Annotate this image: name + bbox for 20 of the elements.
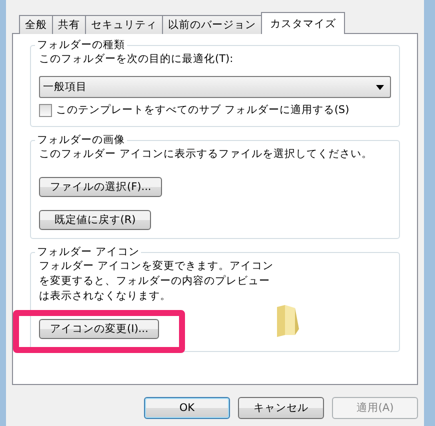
- description-text: フォルダー アイコンを変更できます。アイコンを変更すると、フォルダーの内容のプレビューは表示されなくなります。: [39, 259, 274, 304]
- dropdown[interactable]: 一般項目: [39, 76, 391, 98]
- tab[interactable]: カスタマイズ: [261, 12, 345, 34]
- group-title: フォルダーの画像: [36, 133, 126, 147]
- description-text: このフォルダー アイコンに表示するファイルを選択してください。: [39, 147, 372, 162]
- tab[interactable]: 共有: [52, 15, 86, 34]
- dialog-button[interactable]: キャンセル: [238, 397, 324, 419]
- push-button[interactable]: ファイルの選択(F)...: [39, 177, 162, 197]
- dialog-button[interactable]: OK: [144, 397, 230, 419]
- tab[interactable]: セキュリティ: [85, 15, 163, 34]
- push-button[interactable]: 既定値に戻す(R): [39, 210, 151, 230]
- field-label: このフォルダーを次の目的に最適化(T):: [39, 52, 234, 67]
- tab[interactable]: 以前のバージョン: [162, 15, 262, 34]
- group-title: フォルダー アイコン: [36, 245, 140, 259]
- group-title: フォルダーの種類: [36, 38, 126, 52]
- caret-icon: [376, 84, 384, 90]
- checkbox-label: このテンプレートをすべてのサブ フォルダーに適用する(S): [56, 103, 350, 118]
- tab[interactable]: 全般: [19, 15, 53, 34]
- push-button[interactable]: アイコンの変更(I)...: [39, 319, 160, 339]
- checkbox[interactable]: [39, 104, 52, 117]
